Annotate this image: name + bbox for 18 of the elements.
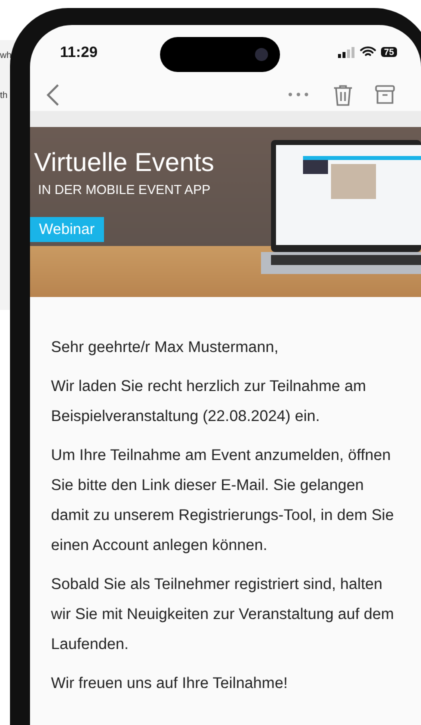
back-icon[interactable] bbox=[46, 83, 60, 107]
status-time: 11:29 bbox=[60, 44, 98, 60]
battery-level: 75 bbox=[380, 47, 397, 57]
banner-title: Virtuelle Events bbox=[34, 147, 214, 178]
email-paragraph: Wir freuen uns auf Ihre Teilnahme! bbox=[51, 674, 289, 694]
signal-icon bbox=[338, 46, 355, 58]
email-paragraph: Sobald Sie als Teilnehmer registriert sind, halten wir Sie mit Neuigkeiten zur Veranstaltung auf dem Laufenden. bbox=[51, 575, 395, 655]
wifi-icon bbox=[360, 46, 376, 58]
greeting-text: Sehr geehrte/r Max Mustermann, bbox=[51, 338, 280, 358]
webinar-tag: Webinar bbox=[30, 217, 104, 242]
banner-subtitle: IN DER MOBILE EVENT APP bbox=[38, 182, 210, 197]
background-text: wh bbox=[0, 50, 12, 60]
email-paragraph: Um Ihre Teilnahme am Event anzumelden, öffnen Sie bitte den Link dieser E-Mail. Sie gelangen damit zu unserem Registrierungs-Tool, in dem Sie einen Account anlegen können. bbox=[51, 446, 395, 556]
email-paragraph: Wir laden Sie recht herzlich zur Teilnahme am Beispielveranstaltung (22.08.2024) ein. bbox=[51, 377, 368, 427]
background-text: th bbox=[0, 90, 8, 100]
more-options-button[interactable]: ••• bbox=[286, 88, 311, 102]
trash-icon[interactable] bbox=[333, 84, 353, 106]
archive-box-icon[interactable] bbox=[375, 85, 395, 105]
